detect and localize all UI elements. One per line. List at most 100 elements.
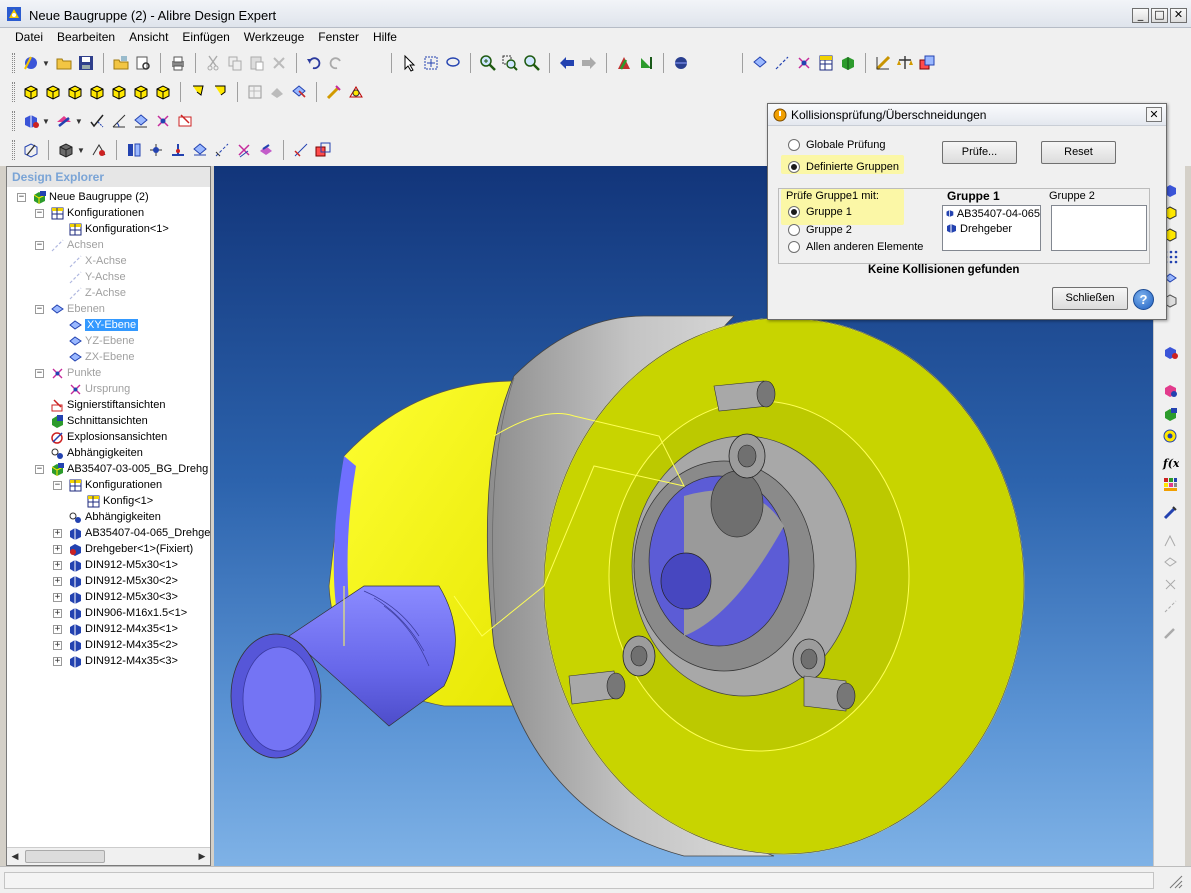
- tree-node[interactable]: + AB35407-04-065_Drehge: [53, 525, 210, 541]
- equation-icon[interactable]: f(x): [1160, 452, 1180, 472]
- menu-bearbeiten[interactable]: Bearbeiten: [50, 28, 122, 47]
- green-part-icon[interactable]: [1160, 404, 1180, 424]
- render-icon[interactable]: [1160, 426, 1180, 446]
- tree-node[interactable]: Abhängigkeiten: [53, 509, 161, 525]
- collapse-icon[interactable]: −: [35, 208, 44, 218]
- radio-defined-groups[interactable]: Definierte Gruppen: [788, 161, 899, 173]
- view-iso-icon[interactable]: [21, 82, 41, 102]
- scroll-right-icon[interactable]: ▶: [196, 851, 208, 863]
- analysis-measure-icon[interactable]: [291, 140, 311, 160]
- shaded-view-icon[interactable]: [267, 82, 287, 102]
- interference-check-icon[interactable]: [313, 140, 333, 160]
- tree-node[interactable]: Z-Achse: [53, 285, 126, 301]
- select-arrow-icon[interactable]: [399, 53, 419, 73]
- constraint-orient-icon[interactable]: [146, 140, 166, 160]
- measure-icon[interactable]: [873, 53, 893, 73]
- render-sphere-icon[interactable]: [671, 53, 691, 73]
- radio-group1[interactable]: Gruppe 1: [788, 206, 852, 218]
- print-icon[interactable]: [168, 53, 188, 73]
- tree-node[interactable]: − AB35407-03-005_BG_Drehg: [35, 461, 208, 477]
- radio-group2[interactable]: Gruppe 2: [788, 224, 852, 236]
- redo-icon[interactable]: [326, 53, 346, 73]
- expand-icon[interactable]: +: [53, 640, 62, 650]
- constraint-mate-icon[interactable]: [614, 53, 634, 73]
- group2-listbox[interactable]: [1051, 205, 1147, 251]
- tree-node[interactable]: + Drehgeber<1>(Fixiert): [53, 541, 193, 557]
- insert-axis-icon[interactable]: [772, 53, 792, 73]
- tree-node[interactable]: − Punkte: [35, 365, 101, 381]
- collapse-icon[interactable]: −: [35, 304, 44, 314]
- mass-properties-icon[interactable]: [895, 53, 915, 73]
- reset-button[interactable]: Reset: [1041, 141, 1116, 164]
- radio-all-others-circle[interactable]: [788, 241, 800, 253]
- constraint-line-icon[interactable]: [212, 140, 232, 160]
- tree-node[interactable]: Y-Achse: [53, 269, 126, 285]
- expand-icon[interactable]: +: [53, 624, 62, 634]
- dialog-close-button[interactable]: ✕: [1146, 107, 1162, 122]
- disabled-tool-2-icon[interactable]: [1160, 552, 1180, 572]
- view-back-icon[interactable]: [65, 82, 85, 102]
- tree-node[interactable]: Ursprung: [53, 381, 130, 397]
- radio-global-check[interactable]: Globale Prüfung: [788, 139, 886, 151]
- constraint-plane-icon[interactable]: [131, 111, 151, 131]
- menu-einfuegen[interactable]: Einfügen: [175, 28, 236, 47]
- tree-node[interactable]: ZX-Ebene: [53, 349, 135, 365]
- open-folder-icon[interactable]: [54, 53, 74, 73]
- resize-grip-icon[interactable]: [1167, 873, 1183, 889]
- tree-node[interactable]: Schnittansichten: [35, 413, 148, 429]
- close-button[interactable]: ✕: [1170, 8, 1187, 23]
- radio-all-others[interactable]: Allen anderen Elemente: [788, 241, 923, 253]
- menu-datei[interactable]: Datei: [8, 28, 50, 47]
- constraint-insert-icon[interactable]: [168, 140, 188, 160]
- view-top-icon[interactable]: [131, 82, 151, 102]
- tree-node[interactable]: + DIN912-M5x30<2>: [53, 573, 178, 589]
- cut-icon[interactable]: [203, 53, 223, 73]
- radio-defined-groups-circle[interactable]: [788, 161, 800, 173]
- expand-icon[interactable]: +: [53, 576, 62, 586]
- constraint-point-icon[interactable]: [153, 111, 173, 131]
- disabled-tool-3-icon[interactable]: [1160, 574, 1180, 594]
- paste-icon[interactable]: [247, 53, 267, 73]
- expand-icon[interactable]: +: [53, 608, 62, 618]
- new-icon[interactable]: [21, 53, 41, 73]
- part-color-icon[interactable]: [838, 53, 858, 73]
- tree-node[interactable]: + DIN912-M5x30<1>: [53, 557, 178, 573]
- radio-group2-circle[interactable]: [788, 224, 800, 236]
- open-project-icon[interactable]: [111, 53, 131, 73]
- collapse-icon[interactable]: −: [17, 192, 26, 202]
- insert-component-icon[interactable]: [54, 111, 74, 131]
- pattern-icon[interactable]: [256, 140, 276, 160]
- list-item[interactable]: AB35407-04-065: [943, 206, 1040, 221]
- collapse-icon[interactable]: −: [35, 240, 44, 250]
- explorer-horizontal-scrollbar[interactable]: ◀ ▶: [7, 847, 210, 865]
- section-view-icon[interactable]: [289, 82, 309, 102]
- insert-part-right-icon[interactable]: [1160, 342, 1180, 362]
- view-bottom-icon[interactable]: [153, 82, 173, 102]
- collapse-icon[interactable]: −: [53, 480, 62, 490]
- tree-node[interactable]: − Konfigurationen: [35, 205, 144, 221]
- color-part-icon[interactable]: [1160, 380, 1180, 400]
- select-lasso-icon[interactable]: [443, 53, 463, 73]
- tree-node[interactable]: − Konfigurationen: [53, 477, 162, 493]
- constraint-plane-2-icon[interactable]: [190, 140, 210, 160]
- expand-icon[interactable]: +: [53, 656, 62, 666]
- table-icon[interactable]: [816, 53, 836, 73]
- group1-listbox[interactable]: AB35407-04-065 Drehgeber: [942, 205, 1041, 251]
- menu-hilfe[interactable]: Hilfe: [366, 28, 404, 47]
- assembly-tool-icon[interactable]: [21, 140, 41, 160]
- expand-icon[interactable]: +: [53, 592, 62, 602]
- collapse-icon[interactable]: −: [35, 368, 44, 378]
- tree-node[interactable]: + DIN906-M16x1.5<1>: [53, 605, 187, 621]
- minimize-button[interactable]: _: [1132, 8, 1149, 23]
- tree-node[interactable]: Konfiguration<1>: [53, 221, 169, 237]
- constraint-tangent-icon[interactable]: [175, 111, 195, 131]
- disabled-tool-1-icon[interactable]: [1160, 530, 1180, 550]
- insert-part-icon[interactable]: [21, 111, 41, 131]
- tree-node[interactable]: XY-Ebene: [53, 317, 139, 333]
- constraint-mate-2-icon[interactable]: [124, 140, 144, 160]
- tree-node[interactable]: Konfig<1>: [71, 493, 153, 509]
- tree-node[interactable]: + DIN912-M5x30<3>: [53, 589, 178, 605]
- menu-ansicht[interactable]: Ansicht: [122, 28, 175, 47]
- zoom-in-icon[interactable]: [478, 53, 498, 73]
- maximize-button[interactable]: □: [1151, 8, 1168, 23]
